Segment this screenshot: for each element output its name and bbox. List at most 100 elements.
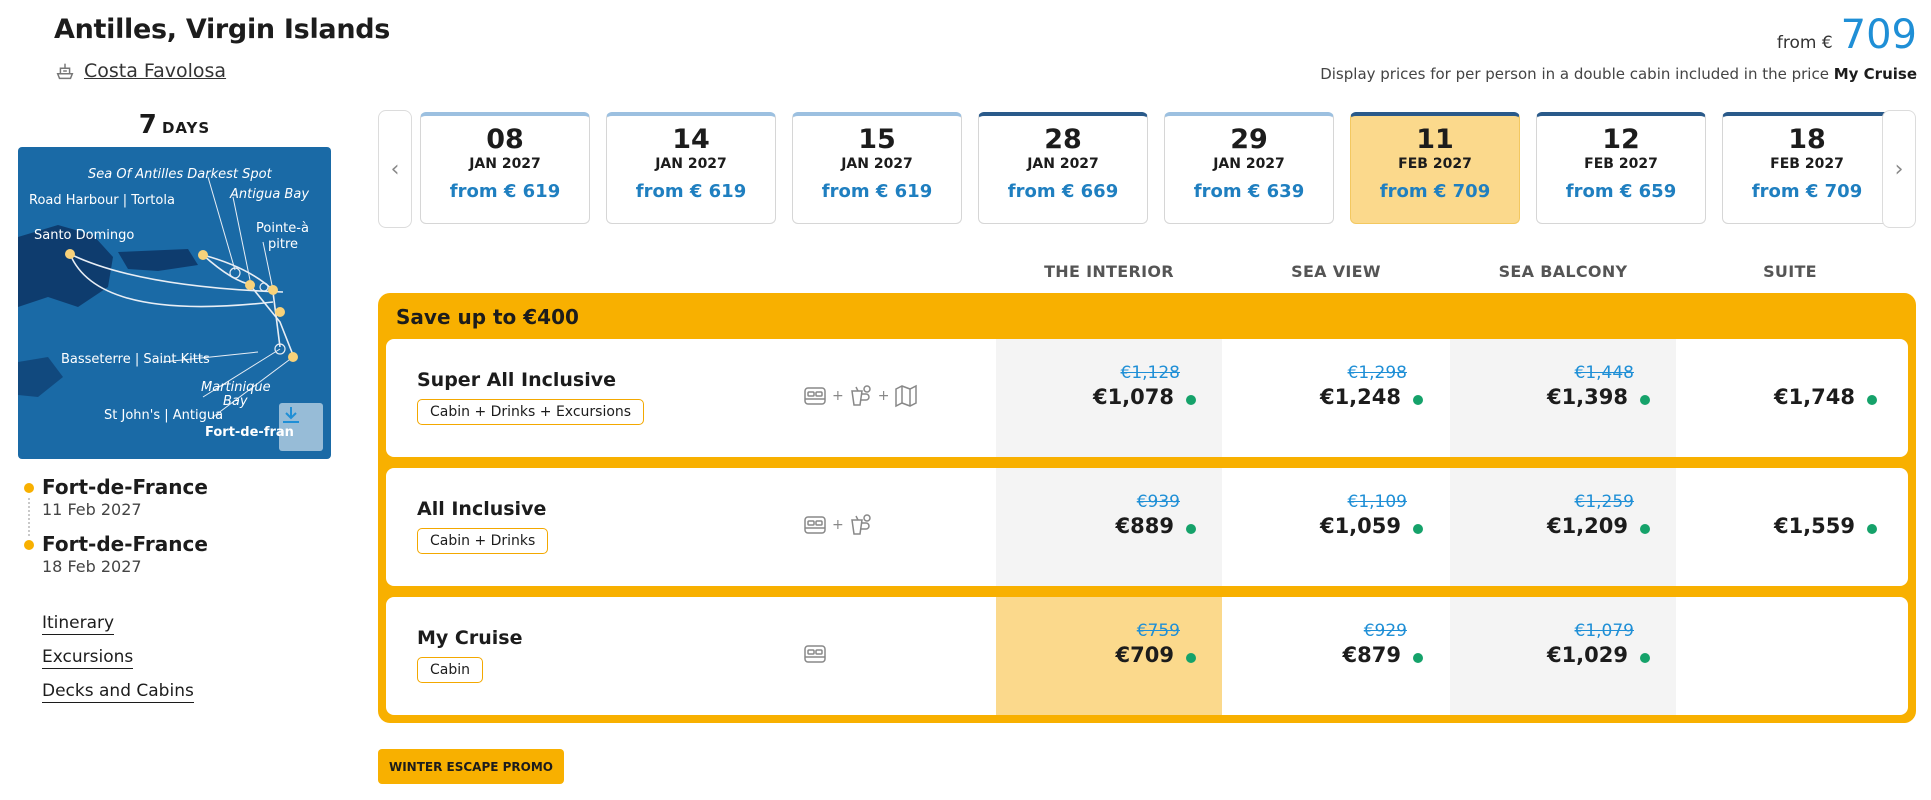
column-header-interior: THE INTERIOR bbox=[1044, 262, 1174, 281]
package-tag: Cabin + Drinks bbox=[417, 528, 549, 554]
plus-icon: + bbox=[832, 517, 844, 533]
date-card-selected[interactable]: 11 FEB 2027 from € 709 bbox=[1350, 112, 1520, 224]
price-cell[interactable]: €1,079 €1,029 bbox=[1450, 597, 1676, 715]
price-cell[interactable]: €929 €879 bbox=[1223, 597, 1449, 715]
date-price: from € 619 bbox=[821, 181, 933, 202]
date-day: 28 bbox=[1044, 124, 1082, 155]
map-label: Basseterre | Saint Kitts bbox=[61, 352, 210, 367]
old-price: €1,298 bbox=[1347, 363, 1407, 383]
price-cell[interactable]: €1,748 bbox=[1677, 339, 1903, 457]
availability-dot bbox=[1640, 524, 1650, 534]
chevron-left-icon: ‹ bbox=[390, 156, 400, 182]
route: Fort-de-France 11 Feb 2027 Fort-de-Franc… bbox=[24, 475, 208, 576]
package-icons: + bbox=[802, 512, 874, 538]
carousel-prev-button[interactable]: ‹ bbox=[378, 110, 412, 228]
date-card[interactable]: 14 JAN 2027 from € 619 bbox=[606, 112, 776, 224]
date-day: 12 bbox=[1602, 124, 1640, 155]
map-label: Pointe-à bbox=[256, 221, 309, 236]
old-price: €1,448 bbox=[1574, 363, 1634, 383]
from-value: 709 bbox=[1840, 12, 1917, 58]
bed-icon bbox=[804, 516, 826, 534]
date-price: from € 619 bbox=[635, 181, 747, 202]
availability-dot bbox=[1186, 653, 1196, 663]
availability-dot bbox=[1186, 395, 1196, 405]
package-name: All Inclusive bbox=[417, 498, 547, 520]
plus-icon: + bbox=[877, 388, 890, 404]
from-label: from € bbox=[1776, 33, 1833, 53]
promo-button[interactable]: WINTER ESCAPE PROMO bbox=[378, 749, 564, 784]
offer-title: Save up to €400 bbox=[396, 305, 579, 329]
price-cell[interactable]: €1,298 €1,248 bbox=[1223, 339, 1449, 457]
plus-icon: + bbox=[832, 388, 844, 404]
map-label: Sea Of Antilles Darkest Spot bbox=[88, 167, 272, 182]
map-label: Antigua Bay bbox=[230, 187, 310, 202]
route-start-date: 11 Feb 2027 bbox=[42, 500, 142, 519]
date-carousel: ‹ 08 JAN 2027 from € 619 14 JAN 2027 fro… bbox=[378, 110, 1916, 228]
date-card[interactable]: 15 JAN 2027 from € 619 bbox=[792, 112, 962, 224]
itinerary-map[interactable]: Sea Of Antilles Darkest Spot Road Harbou… bbox=[18, 147, 331, 459]
date-card[interactable]: 18 FEB 2027 from € 709 bbox=[1722, 112, 1892, 224]
new-price: €1,078 bbox=[1092, 385, 1174, 409]
map-label: Santo Domingo bbox=[34, 228, 135, 243]
download-icon bbox=[283, 407, 299, 423]
date-price: from € 709 bbox=[1379, 181, 1491, 202]
price-cell[interactable]: €1,559 bbox=[1677, 468, 1903, 586]
page-title: Antilles, Virgin Islands bbox=[54, 14, 391, 45]
price-cell-selected[interactable]: €759 €709 bbox=[996, 597, 1222, 715]
package-tag: Cabin bbox=[417, 657, 484, 683]
route-end-port: Fort-de-France bbox=[42, 532, 208, 556]
package-row-super-all-inclusive: Super All Inclusive Cabin + Drinks + Exc… bbox=[386, 339, 1908, 457]
old-price: €1,079 bbox=[1574, 621, 1634, 641]
date-price: from € 669 bbox=[1007, 181, 1119, 202]
old-price: €1,128 bbox=[1120, 363, 1180, 383]
price-cell[interactable]: €939 €889 bbox=[996, 468, 1222, 586]
new-price: €879 bbox=[1342, 643, 1401, 667]
new-price: €1,029 bbox=[1546, 643, 1628, 667]
availability-dot bbox=[1640, 395, 1650, 405]
map-icon bbox=[895, 384, 918, 408]
date-price: from € 639 bbox=[1193, 181, 1305, 202]
availability-dot bbox=[1186, 524, 1196, 534]
route-start: Fort-de-France 11 Feb 2027 bbox=[24, 475, 208, 519]
price-cell[interactable]: €1,128 €1,078 bbox=[996, 339, 1222, 457]
ship-link[interactable]: Costa Favolosa bbox=[84, 60, 226, 82]
map-label: Martinique bbox=[201, 380, 271, 395]
date-card[interactable]: 29 JAN 2027 from € 639 bbox=[1164, 112, 1334, 224]
column-header-sea-balcony: SEA BALCONY bbox=[1498, 262, 1628, 281]
date-month: JAN 2027 bbox=[1027, 156, 1099, 172]
date-month: FEB 2027 bbox=[1398, 156, 1472, 172]
price-cell[interactable]: €1,109 €1,059 bbox=[1223, 468, 1449, 586]
price-cell[interactable]: €1,448 €1,398 bbox=[1450, 339, 1676, 457]
date-day: 14 bbox=[672, 124, 710, 155]
new-price: €889 bbox=[1115, 514, 1174, 538]
route-dot bbox=[24, 540, 34, 550]
package-name: My Cruise bbox=[417, 627, 523, 649]
date-card[interactable]: 12 FEB 2027 from € 659 bbox=[1536, 112, 1706, 224]
package-icons bbox=[802, 641, 828, 667]
ship-row[interactable]: Costa Favolosa bbox=[54, 60, 226, 82]
route-start-port: Fort-de-France bbox=[42, 475, 208, 499]
package-row-all-inclusive: All Inclusive Cabin + Drinks + €939 €889… bbox=[386, 468, 1908, 586]
price-cell[interactable]: €1,259 €1,209 bbox=[1450, 468, 1676, 586]
date-month: JAN 2027 bbox=[841, 156, 913, 172]
carousel-next-button[interactable]: › bbox=[1882, 110, 1916, 228]
new-price: €1,559 bbox=[1773, 514, 1855, 538]
new-price: €1,748 bbox=[1773, 385, 1855, 409]
map-label: Bay bbox=[223, 394, 248, 409]
link-excursions[interactable]: Excursions bbox=[42, 647, 134, 669]
date-price: from € 659 bbox=[1565, 181, 1677, 202]
old-price: €939 bbox=[1136, 492, 1180, 512]
link-itinerary[interactable]: Itinerary bbox=[42, 613, 115, 635]
map-download-button[interactable] bbox=[279, 403, 323, 451]
link-decks-cabins[interactable]: Decks and Cabins bbox=[42, 681, 194, 703]
date-card[interactable]: 28 JAN 2027 from € 669 bbox=[978, 112, 1148, 224]
date-day: 15 bbox=[858, 124, 896, 155]
date-card[interactable]: 08 JAN 2027 from € 619 bbox=[420, 112, 590, 224]
duration-number: 7 bbox=[138, 110, 157, 140]
price-note: Display prices for per person in a doubl… bbox=[1320, 65, 1917, 83]
bed-icon bbox=[804, 387, 826, 405]
side-links: Itinerary Excursions Decks and Cabins bbox=[42, 613, 194, 715]
new-price: €1,209 bbox=[1546, 514, 1628, 538]
new-price: €1,059 bbox=[1319, 514, 1401, 538]
availability-dot bbox=[1413, 395, 1423, 405]
